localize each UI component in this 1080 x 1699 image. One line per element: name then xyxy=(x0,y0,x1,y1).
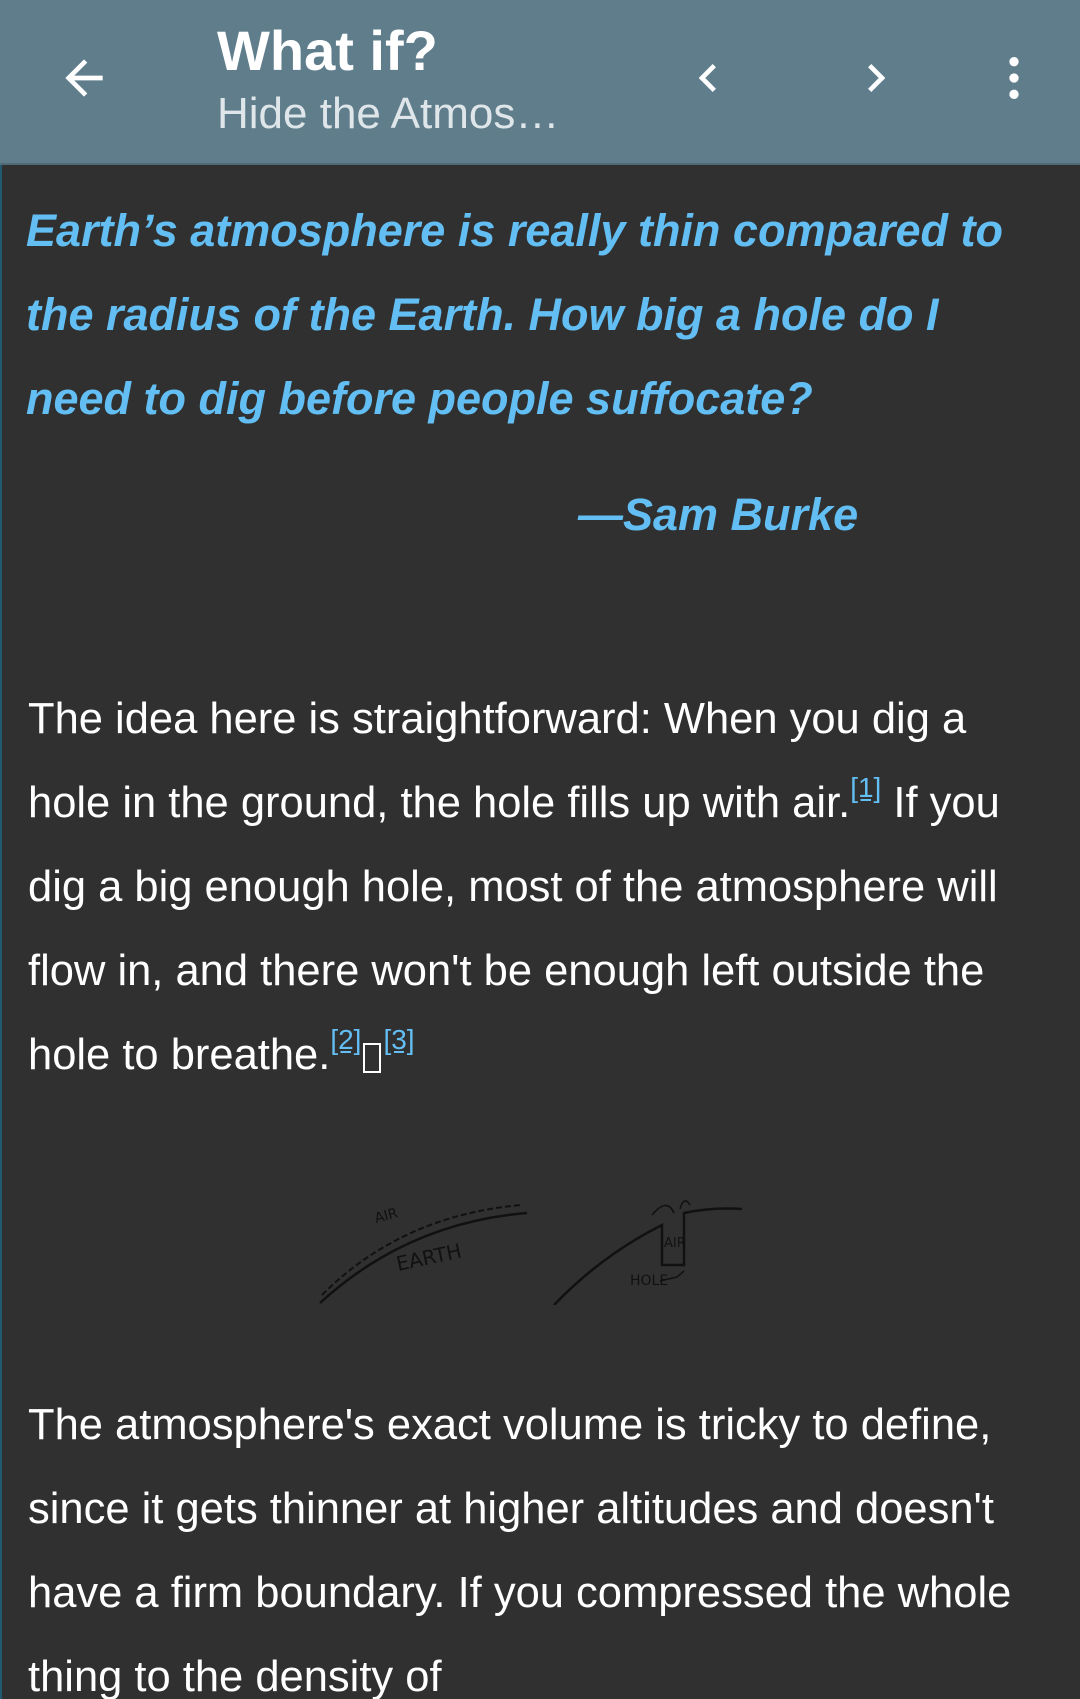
arrow-back-icon xyxy=(65,59,103,97)
app-title: What if? xyxy=(217,19,438,82)
earth-with-hole-line xyxy=(553,1207,743,1305)
app-bar: What if? Hide the Atmos… xyxy=(0,0,1080,165)
article-paragraph: The atmosphere's exact volume is tricky … xyxy=(28,1401,1012,1699)
article-content[interactable]: Earth’s atmosphere is really thin compar… xyxy=(0,165,1080,1699)
chevron-left-icon xyxy=(698,64,716,92)
article-paragraph: The idea here is straightforward: When y… xyxy=(28,677,1058,1097)
missing-glyph-box xyxy=(363,1043,382,1073)
previous-article-button[interactable] xyxy=(660,30,756,126)
reader-question: Earth’s atmosphere is really thin compar… xyxy=(26,205,1003,424)
back-button[interactable] xyxy=(36,30,132,126)
chevron-right-icon xyxy=(868,64,886,92)
overflow-menu-button[interactable] xyxy=(966,30,1062,126)
earth-hole-illustration: AIR EARTH AIR HOLE xyxy=(319,1200,743,1305)
more-vert-icon xyxy=(1009,57,1019,99)
footnote-link-3[interactable]: [3] xyxy=(383,1024,414,1055)
label-air-right: AIR xyxy=(664,1236,686,1251)
paragraph-text: The idea here is straightforward: When y… xyxy=(28,695,967,827)
footnote-link-1[interactable]: [1] xyxy=(850,772,881,803)
title-block: What if? Hide the Atmos… xyxy=(217,18,637,144)
question-attribution: —Sam Burke xyxy=(578,489,859,540)
footnote-link-2[interactable]: [2] xyxy=(330,1024,361,1055)
article-subtitle: Hide the Atmos… xyxy=(217,89,560,138)
next-article-button[interactable] xyxy=(828,30,924,126)
label-air-left: AIR xyxy=(373,1205,400,1227)
